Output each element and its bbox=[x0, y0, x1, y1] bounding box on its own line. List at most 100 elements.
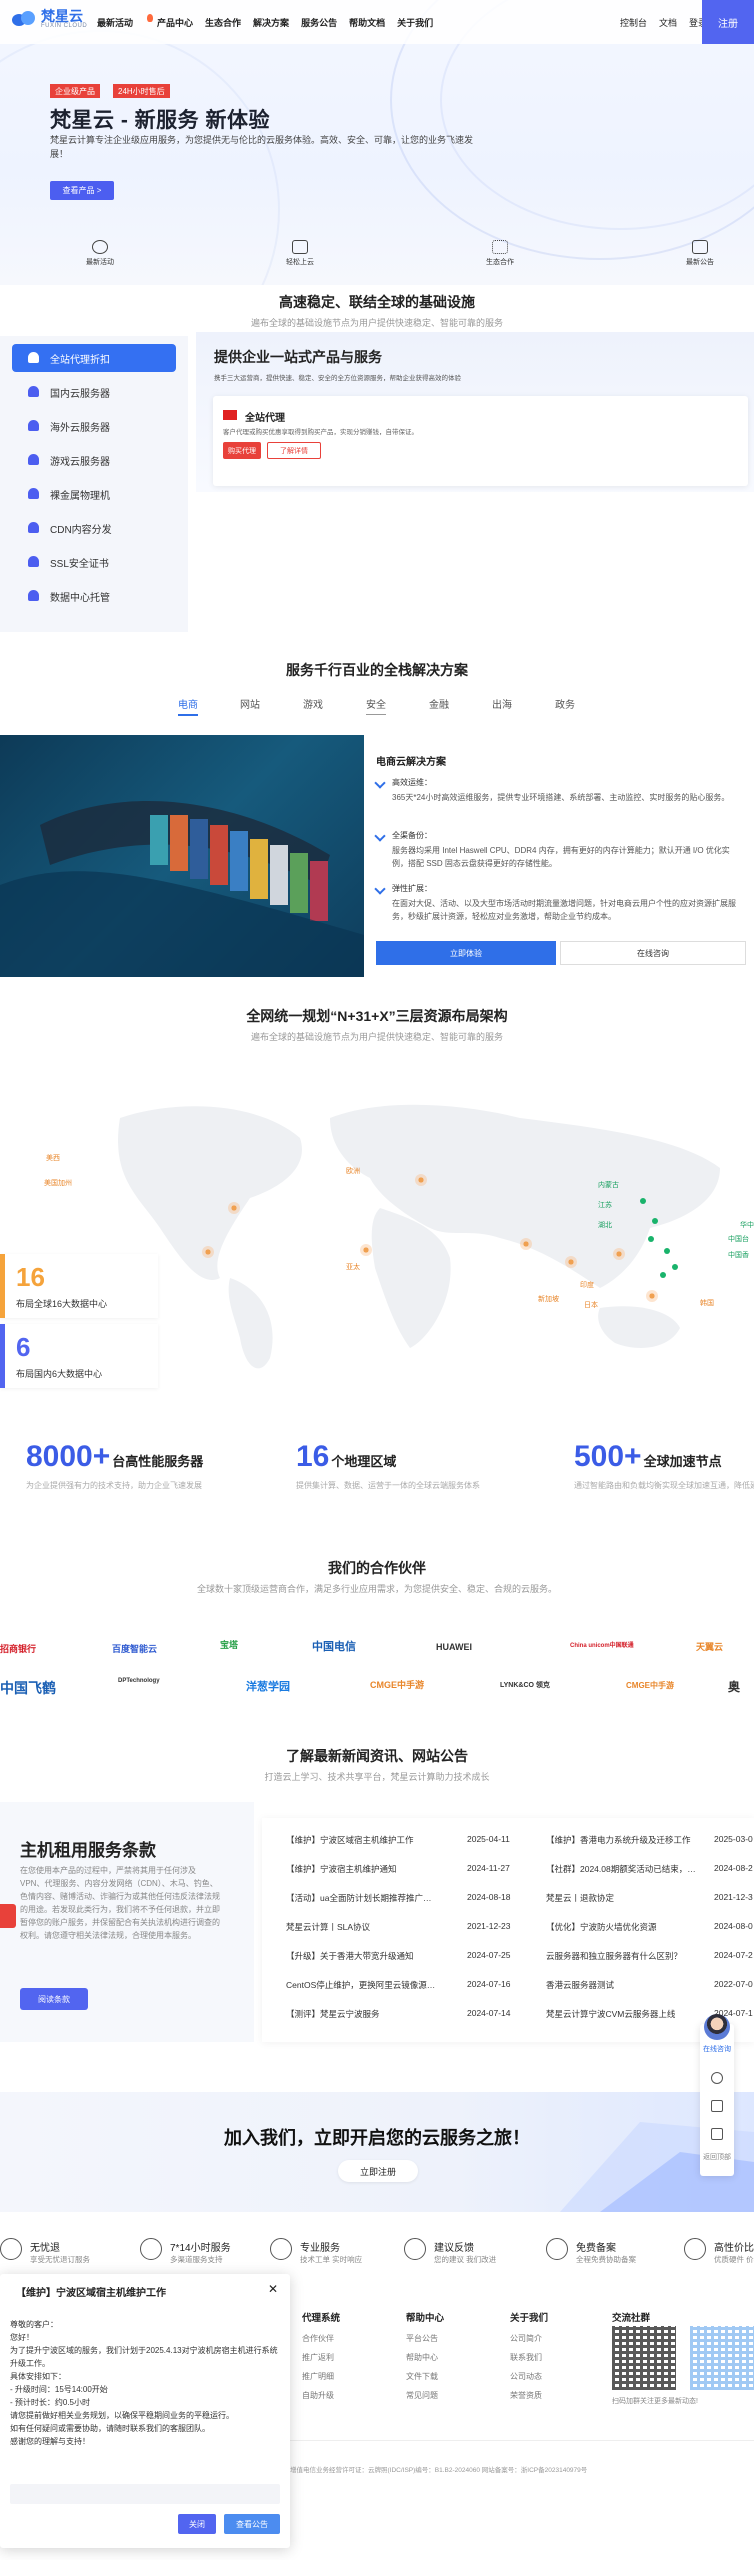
nav-item-solutions[interactable]: 解决方案 bbox=[253, 16, 289, 29]
node-europe bbox=[415, 1174, 427, 1186]
footer-link[interactable]: 文件下载 bbox=[406, 2371, 444, 2382]
quick-link-ecosystem[interactable]: 生态合作 bbox=[470, 238, 530, 267]
news-subtitle: 打造云上学习、技术共享平台，梵星云计算助力技术成长 bbox=[264, 1772, 490, 1782]
cube-icon bbox=[28, 590, 39, 601]
check-icon bbox=[374, 830, 386, 842]
footer-link[interactable]: 推广明细 bbox=[302, 2371, 340, 2382]
side-gift-icon[interactable] bbox=[0, 1904, 16, 1928]
footer-link[interactable]: 自助升级 bbox=[302, 2390, 340, 2401]
sidebar-item-agent-discount[interactable]: 全站代理折扣 bbox=[12, 344, 176, 372]
wechat-icon[interactable] bbox=[711, 2128, 723, 2140]
footer-link[interactable]: 公司动态 bbox=[510, 2371, 548, 2382]
news-item-title[interactable]: 【升级】关于香港大带宽升级通知 bbox=[286, 1950, 466, 1962]
news-item-title[interactable]: 【活动】ua全面防计划长期推荐推广… bbox=[286, 1892, 466, 1904]
back-to-top-link[interactable]: 返回顶部 bbox=[700, 2152, 734, 2162]
cargo-ship-image bbox=[0, 735, 364, 977]
popup-close-button[interactable]: 关闭 bbox=[178, 2514, 216, 2534]
buy-agent-button[interactable]: 购买代理 bbox=[223, 442, 261, 459]
hero-badge-support: 24H小时售后 bbox=[113, 84, 170, 98]
sidebar-item-idc[interactable]: 数据中心托管 bbox=[12, 582, 176, 610]
view-announcement-button[interactable]: 查看公告 bbox=[224, 2514, 280, 2534]
agent-card-title: 全站代理 bbox=[245, 413, 285, 424]
tab-game[interactable]: 游戏 bbox=[303, 696, 323, 711]
sidebar-item-cdn[interactable]: CDN内容分发 bbox=[12, 514, 176, 542]
nav-item-announcements[interactable]: 服务公告 bbox=[301, 16, 337, 29]
partner-logo-huawei: HUAWEI bbox=[436, 1642, 472, 1652]
news-item-title[interactable]: 【测评】梵星云宁波服务 bbox=[286, 2008, 466, 2020]
headset-icon[interactable] bbox=[711, 2072, 723, 2084]
sidebar-item-overseas-cloud[interactable]: 海外云服务器 bbox=[12, 412, 176, 440]
news-item-title[interactable]: 【维护】宁波宿主机维护通知 bbox=[286, 1863, 466, 1875]
cube-icon bbox=[28, 488, 39, 499]
logo-text: 梵星云 bbox=[41, 8, 83, 24]
try-now-button[interactable]: 立即体验 bbox=[376, 941, 556, 965]
tab-website[interactable]: 网站 bbox=[240, 696, 260, 711]
stat-global-dc: 16 布局全球16大数据中心 bbox=[0, 1254, 158, 1318]
news-item-title[interactable]: 梵星云丨退款协定 bbox=[546, 1892, 726, 1904]
footer-link[interactable]: 平台公告 bbox=[406, 2333, 444, 2344]
nav-item-docs[interactable]: 帮助文档 bbox=[349, 16, 385, 29]
sidebar-item-bare-metal[interactable]: 裸金属物理机 bbox=[12, 480, 176, 508]
news-item-title[interactable]: 梵星云计算宁波CVM云服务器上线 bbox=[546, 2008, 726, 2020]
qq-icon[interactable] bbox=[711, 2100, 723, 2112]
footer-link[interactable]: 合作伙伴 bbox=[302, 2333, 340, 2344]
agent-details-button[interactable]: 了解详情 bbox=[267, 442, 321, 459]
news-item-title[interactable]: 【维护】宁波区域宿主机维护工作 bbox=[286, 1834, 466, 1846]
nav-item-about[interactable]: 关于我们 bbox=[397, 16, 433, 29]
close-icon[interactable]: ✕ bbox=[268, 2282, 278, 2296]
nav-item-activity[interactable]: 最新活动 bbox=[97, 14, 154, 29]
quick-link-cloud[interactable]: 轻松上云 bbox=[270, 238, 330, 267]
tab-ecommerce[interactable]: 电商 bbox=[178, 696, 198, 716]
agent-card: 全站代理 客户代理或购买优惠享取得到购买产品，实现分销赚钱，自带保证。 购买代理… bbox=[213, 396, 748, 486]
label-korea: 韩国 bbox=[700, 1300, 714, 1307]
footer-link[interactable]: 帮助中心 bbox=[406, 2352, 444, 2363]
console-link[interactable]: 控制台 bbox=[620, 16, 647, 29]
nav-item-ecosystem[interactable]: 生态合作 bbox=[205, 16, 241, 29]
footer-link[interactable]: 联系我们 bbox=[510, 2352, 548, 2363]
popup-body: 尊敬的客户： 您好！ 为了提升宁波区域的服务，我们计划于2025.4.13对宁波… bbox=[10, 2320, 278, 2446]
read-terms-button[interactable]: 阅读条款 bbox=[20, 1988, 88, 2010]
sidebar-item-game-cloud[interactable]: 游戏云服务器 bbox=[12, 446, 176, 474]
online-consult-button[interactable]: 在线咨询 bbox=[560, 941, 746, 965]
solution-tabs: 电商 网站 游戏 安全 金融 出海 政务 bbox=[0, 696, 754, 716]
stat-servers: 8000+ 台高性能服务器 为企业提供强有力的技术支持，助力企业飞速发展 bbox=[26, 1440, 204, 1490]
tab-finance[interactable]: 金融 bbox=[429, 696, 449, 711]
gift-icon bbox=[292, 240, 308, 254]
docs-link[interactable]: 文档 bbox=[659, 16, 677, 29]
register-button[interactable]: 注册 bbox=[702, 0, 754, 44]
news-item-title[interactable]: 香港云服务器测试 bbox=[546, 1979, 726, 1991]
footer-link[interactable]: 公司简介 bbox=[510, 2333, 548, 2344]
nav-item-products[interactable]: 产品中心 bbox=[157, 16, 193, 29]
footer-link[interactable]: 推广返利 bbox=[302, 2352, 340, 2363]
news-item-title[interactable]: 【社群】2024.08期额奖活动已结束，… bbox=[546, 1863, 726, 1875]
tab-overseas[interactable]: 出海 bbox=[492, 696, 512, 711]
sidebar-item-domestic-cloud[interactable]: 国内云服务器 bbox=[12, 378, 176, 406]
stat-domestic-dc: 6 布局国内6大数据中心 bbox=[0, 1324, 158, 1388]
cube-icon bbox=[28, 386, 39, 397]
news-item-title[interactable]: 【维护】香港电力系统升级及迁移工作 bbox=[546, 1834, 726, 1846]
news-item-title[interactable]: 云服务器和独立服务器有什么区别？ bbox=[546, 1950, 726, 1962]
online-consult-link[interactable]: 在线咨询 bbox=[700, 2044, 734, 2054]
news-item-date: 2024-08-2 bbox=[714, 1863, 753, 1873]
tab-government[interactable]: 政务 bbox=[555, 696, 575, 711]
agent-avatar[interactable] bbox=[704, 2014, 730, 2040]
logo[interactable]: 梵星云 FUXIN CLOUD bbox=[12, 9, 87, 29]
main-nav: 最新活动 产品中心 生态合作 解决方案 服务公告 帮助文档 关于我们 bbox=[97, 14, 445, 29]
join-banner: 加入我们，立即开启您的云服务之旅！ 立即注册 bbox=[0, 2092, 754, 2212]
quick-link-announcements[interactable]: 最新公告 bbox=[670, 238, 730, 267]
news-item-title[interactable]: 梵星云计算丨SLA协议 bbox=[286, 1921, 466, 1933]
tab-security[interactable]: 安全 bbox=[366, 696, 386, 715]
register-now-button[interactable]: 立即注册 bbox=[338, 2160, 418, 2182]
news-item-date: 2024-07-16 bbox=[467, 1979, 511, 1989]
footer-link[interactable]: 荣誉资质 bbox=[510, 2390, 548, 2401]
view-products-button[interactable]: 查看产品 > bbox=[50, 181, 114, 200]
label-jiangsu: 江苏 bbox=[598, 1202, 612, 1209]
sidebar-item-ssl[interactable]: SSL安全证书 bbox=[12, 548, 176, 576]
label-india: 印度 bbox=[580, 1282, 594, 1289]
news-item-title[interactable]: 【优化】宁波防火墙优化资源 bbox=[546, 1921, 726, 1933]
footer-link[interactable]: 常见问题 bbox=[406, 2390, 444, 2401]
quick-link-activity[interactable]: 最新活动 bbox=[70, 238, 130, 267]
news-item-title[interactable]: CentOS停止维护，更换阿里云镜像源… bbox=[286, 1979, 466, 1991]
node-hubei bbox=[648, 1236, 654, 1242]
footer-col-help: 帮助中心 平台公告 帮助中心 文件下载 常见问题 bbox=[406, 2313, 445, 2401]
